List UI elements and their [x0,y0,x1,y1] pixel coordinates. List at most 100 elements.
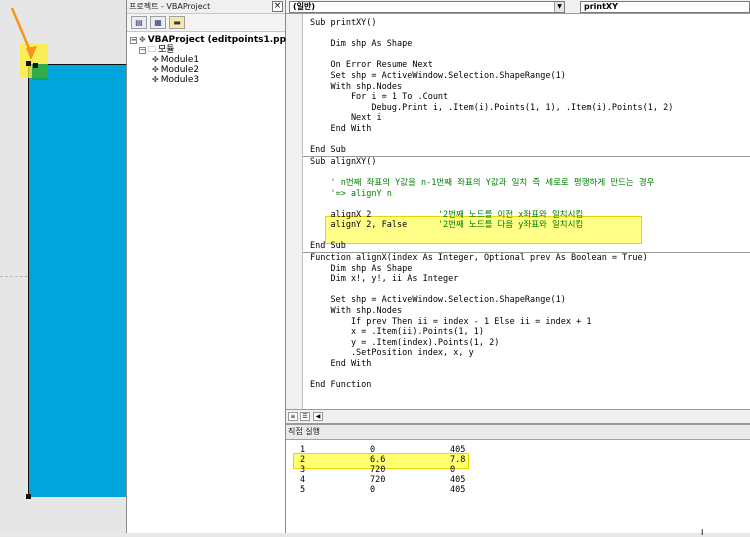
module-icon: ✤ [152,75,159,84]
code-line[interactable] [310,285,750,296]
code-line[interactable] [310,167,750,178]
code-line[interactable]: End Sub [310,145,750,156]
code-line[interactable]: End With [310,124,750,135]
vba-project-icon: ✥ [139,35,146,44]
project-tree: − ✥ VBAProject (editpoints1.pptm) − 🗀 모듈 ✤ Modu… [127,32,304,85]
full-module-view-icon[interactable]: ☰ [300,412,310,421]
code-margin[interactable] [286,14,303,409]
code-line[interactable]: With shp.Nodes [310,306,750,317]
folder-icon: 🗀 [148,45,156,54]
toggle-folders-icon[interactable]: ▬ [169,16,185,29]
row-index: 1 [300,445,306,455]
project-explorer-title: 프로젝트 - VBAProject × [127,0,285,14]
tree-item-label: Module3 [160,75,200,85]
code-line[interactable]: Next i [310,113,750,124]
procedure-combo[interactable]: printXY [580,1,750,13]
scroll-left-icon[interactable]: ◀ [313,412,323,421]
project-explorer-title-text: 프로젝트 - VBAProject [129,2,211,11]
immediate-window-title: 직접 실행 [286,425,750,440]
tree-expander-icon[interactable]: − [130,36,137,44]
code-line[interactable]: End Sub [310,241,750,252]
row-y-value: 405 [450,475,466,485]
procedure-combo-value: printXY [584,2,618,11]
code-line[interactable]: End Function [310,380,750,391]
close-icon[interactable]: × [272,1,283,12]
module-icon: ✤ [152,55,159,64]
code-line[interactable]: For i = 1 To .Count [310,92,750,103]
tree-item[interactable]: ✤ Module2 [130,65,285,75]
row-index: 3 [300,465,306,475]
row-x-value: 720 [370,475,386,485]
output-row: 5 0 405 [300,485,500,495]
view-object-icon[interactable]: ▦ [150,16,166,29]
code-line[interactable] [310,370,750,381]
procedure-view-icon[interactable]: ≡ [288,412,298,421]
tree-expander-icon[interactable]: − [139,46,146,54]
tree-item-label: VBAProject (editpoints1.pptm) [147,35,304,45]
code-line[interactable]: End With [310,359,750,370]
row-x-value: 6.6 [370,455,386,465]
code-line[interactable]: y = .Item(index).Points(1, 2) [310,338,750,349]
tree-item[interactable]: − ✥ VBAProject (editpoints1.pptm) [130,35,304,45]
row-x-value: 720 [370,465,386,475]
row-y-value: 405 [450,485,466,495]
output-row: 2 6.6 7.8 [300,455,500,465]
view-code-icon[interactable]: ▤ [131,16,147,29]
code-line[interactable]: Dim shp As Shape [310,39,750,50]
horizontal-scrollbar[interactable]: ≡ ☰ ◀ [286,409,750,423]
tree-item[interactable]: ✤ Module1 [130,55,285,65]
object-combo[interactable]: (일반) ▼ [289,1,565,13]
freeform-shape[interactable] [28,64,126,497]
code-editor[interactable]: Sub printXY() Dim shp As Shape On Error … [303,18,750,391]
code-line[interactable]: With shp.Nodes [310,82,750,93]
code-line[interactable]: Sub printXY() [310,18,750,29]
project-toolbar: ▤ ▦ ▬ [127,14,285,32]
code-line[interactable]: alignX 2 '2번째 노드를 이전 x좌표와 일치시킴 [310,210,750,221]
shape-node[interactable] [26,494,31,499]
code-line[interactable]: .SetPosition index, x, y [310,348,750,359]
code-line[interactable]: On Error Resume Next [310,60,750,71]
tree-item-label: Module1 [160,55,200,65]
code-line[interactable]: Function alignX(index As Integer, Option… [310,253,750,264]
code-line[interactable] [310,135,750,146]
immediate-window[interactable]: 직접 실행 1 0 405 2 6.6 7.8 3 720 0 4 720 405 5 0 405 I [286,423,750,537]
code-line[interactable]: Dim x!, y!, ii As Integer [310,274,750,285]
tree-item[interactable]: − 🗀 모듈 [130,45,285,55]
code-line[interactable]: Sub alignXY() [310,157,750,168]
code-window[interactable]: (일반) ▼ printXY Sub printXY() Dim shp As … [286,0,750,423]
row-x-value: 0 [370,485,376,495]
module-icon: ✤ [152,65,159,74]
tree-item-label: 모듈 [158,45,175,55]
row-y-value: 405 [450,445,466,455]
code-line[interactable] [310,29,750,40]
row-y-value: 0 [450,465,456,475]
output-row: 4 720 405 [300,475,500,485]
code-line[interactable]: Dim shp As Shape [310,264,750,275]
project-explorer: 프로젝트 - VBAProject × ▤ ▦ ▬ − ✥ VBAProject (… [126,0,304,533]
immediate-output[interactable]: 1 0 405 2 6.6 7.8 3 720 0 4 720 405 5 0 405 [300,445,500,495]
row-index: 5 [300,485,306,495]
code-line[interactable]: ' n번째 좌표의 Y값을 n-1번째 좌표의 Y값과 일치 즉 세로로 평행하… [310,178,750,189]
row-index: 4 [300,475,306,485]
code-combo-bar: (일반) ▼ printXY [286,0,750,14]
code-line[interactable]: Debug.Print i, .Item(i).Points(1, 1), .I… [310,103,750,114]
code-line[interactable]: Set shp = ActiveWindow.Selection.ShapeRa… [310,295,750,306]
object-combo-value: (일반) [293,2,316,11]
row-index: 2 [300,455,306,465]
code-line[interactable]: x = .Item(ii).Points(1, 1) [310,327,750,338]
row-x-value: 0 [370,445,376,455]
row-y-value: 7.8 [450,455,466,465]
tree-item-label: Module2 [160,65,200,75]
tree-item[interactable]: ✤ Module3 [130,75,285,85]
code-line[interactable]: '=> alignY n [310,189,750,200]
code-line[interactable] [310,231,750,242]
chevron-down-icon[interactable]: ▼ [554,2,564,12]
slide-canvas[interactable] [0,0,126,533]
output-row: 1 0 405 [300,445,500,455]
code-line[interactable]: alignY 2, False '2번째 노드를 다음 y좌표와 일치시킴 [310,220,750,231]
code-line[interactable]: If prev Then ii = index - 1 Else ii = in… [310,317,750,328]
code-line[interactable] [310,199,750,210]
code-line[interactable]: Set shp = ActiveWindow.Selection.ShapeRa… [310,71,750,82]
code-line[interactable] [310,50,750,61]
orange-arrow-icon [10,7,37,60]
